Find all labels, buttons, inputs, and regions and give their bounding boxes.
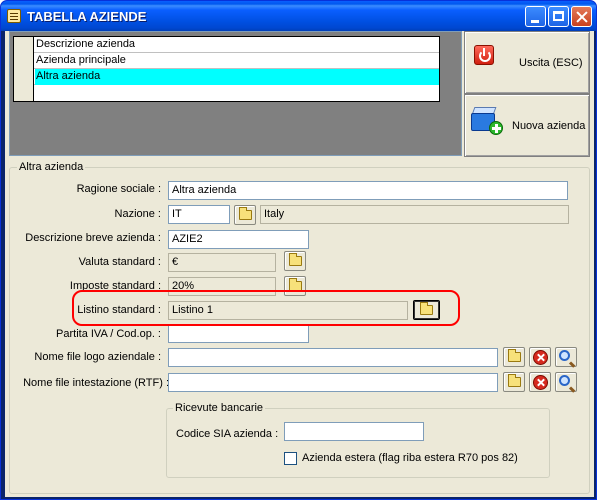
ricevute-bancarie-group — [166, 408, 550, 478]
nazione-browse-button[interactable] — [234, 205, 256, 225]
nazione-code-field[interactable]: IT — [168, 205, 230, 224]
new-company-icon — [471, 107, 505, 135]
table-row-empty[interactable] — [14, 85, 439, 101]
exit-button-label: Uscita (ESC) — [519, 57, 583, 69]
codice-sia-label: Codice SIA azienda : — [176, 428, 279, 440]
row-indicator — [14, 37, 34, 53]
folder-icon — [239, 207, 252, 220]
minimize-button[interactable] — [525, 6, 546, 27]
row-indicator — [14, 69, 34, 85]
new-company-button-label: Nuova azienda — [512, 120, 586, 132]
maximize-button[interactable] — [548, 6, 569, 27]
logo-field[interactable] — [168, 348, 498, 367]
listino-highlight-annotation — [72, 290, 460, 326]
new-company-button[interactable]: Nuova azienda — [464, 94, 590, 157]
companies-grid-panel: Descrizione azienda Azienda principale A… — [9, 31, 462, 156]
close-button[interactable] — [571, 6, 592, 27]
grid-cell[interactable]: Altra azienda — [35, 70, 100, 82]
power-icon — [474, 45, 494, 65]
partita-iva-field[interactable] — [168, 324, 309, 343]
nazione-name-field: Italy — [260, 205, 569, 224]
table-row-selected[interactable]: Altra azienda — [14, 69, 439, 85]
logo-label: Nome file logo aziendale : — [34, 351, 161, 363]
descrizione-breve-field[interactable]: AZIE2 — [168, 230, 309, 249]
exit-button[interactable]: Uscita (ESC) — [464, 31, 590, 94]
intestazione-clear-button[interactable] — [529, 372, 551, 392]
table-row[interactable]: Azienda principale — [14, 53, 439, 69]
codice-sia-field[interactable] — [284, 422, 424, 441]
nazione-label: Nazione : — [114, 208, 161, 220]
magnifier-icon — [559, 350, 570, 361]
main-window: TABELLA AZIENDE Descrizione azienda Azie… — [0, 0, 597, 500]
folder-icon — [508, 349, 521, 362]
azienda-estera-checkbox[interactable] — [284, 452, 297, 465]
ragione-sociale-label: Ragione sociale : — [76, 183, 161, 195]
intestazione-label: Nome file intestazione (RTF) : — [23, 377, 169, 389]
intestazione-view-button[interactable] — [555, 372, 577, 392]
company-details-title: Altra azienda — [17, 161, 86, 173]
valuta-field[interactable]: € — [168, 253, 276, 272]
folder-icon — [508, 374, 521, 387]
partita-iva-label: Partita IVA / Cod.op. : — [56, 328, 161, 340]
row-indicator — [14, 53, 34, 69]
logo-browse-button[interactable] — [503, 347, 525, 367]
row-indicator — [14, 85, 34, 101]
client-area: Descrizione azienda Azienda principale A… — [5, 31, 594, 497]
logo-view-button[interactable] — [555, 347, 577, 367]
companies-grid[interactable]: Descrizione azienda Azienda principale A… — [13, 36, 440, 102]
ragione-sociale-field[interactable]: Altra azienda — [168, 181, 568, 200]
magnifier-icon — [559, 375, 570, 386]
title-bar[interactable]: TABELLA AZIENDE — [1, 1, 596, 31]
window-title: TABELLA AZIENDE — [27, 9, 147, 24]
grid-header-row: Descrizione azienda — [14, 37, 439, 53]
grid-cell[interactable]: Azienda principale — [35, 54, 126, 66]
intestazione-field[interactable] — [168, 373, 498, 392]
grid-column-header[interactable]: Descrizione azienda — [35, 38, 135, 50]
azienda-estera-label[interactable]: Azienda estera (flag riba estera R70 pos… — [302, 452, 518, 464]
ricevute-bancarie-title: Ricevute bancarie — [173, 402, 266, 414]
logo-clear-button[interactable] — [529, 347, 551, 367]
valuta-browse-button[interactable] — [284, 251, 306, 271]
descrizione-breve-label: Descrizione breve azienda : — [25, 232, 161, 244]
valuta-label: Valuta standard : — [78, 256, 161, 268]
folder-icon — [289, 253, 302, 266]
table-icon — [7, 9, 21, 23]
delete-icon — [533, 350, 548, 365]
intestazione-browse-button[interactable] — [503, 372, 525, 392]
delete-icon — [533, 375, 548, 390]
